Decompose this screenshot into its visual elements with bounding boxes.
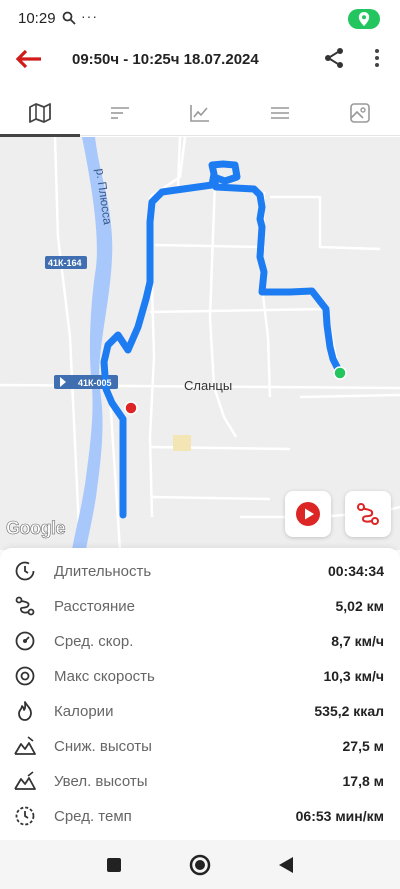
road-label-2: 41К-005	[78, 378, 112, 388]
page-title: 09:50ч - 10:25ч 18.07.2024	[72, 51, 259, 68]
descent-icon	[14, 736, 36, 755]
calories-icon	[18, 701, 32, 721]
pace-icon	[15, 806, 35, 826]
route-end-marker	[124, 401, 138, 415]
tab-chart[interactable]	[160, 90, 240, 136]
stat-value: 8,7 км/ч	[331, 633, 384, 649]
route-toggle-button[interactable]	[345, 491, 391, 537]
share-icon[interactable]	[322, 46, 346, 70]
dot	[375, 63, 379, 67]
route-track	[100, 160, 344, 519]
stat-avg-pace: Сред. темп 06:53 мин/км	[0, 799, 400, 834]
stats-panel: Длительность 00:34:34 Расстояние 5,02 км…	[0, 548, 400, 840]
stat-label: Сниж. высоты	[54, 738, 152, 755]
google-logo: Google	[6, 518, 66, 539]
square-icon	[107, 858, 121, 872]
app-header: 09:50ч - 10:25ч 18.07.2024	[0, 36, 400, 82]
stat-descent: Сниж. высоты 27,5 м	[0, 729, 400, 764]
map-building	[173, 435, 191, 451]
stat-label: Длительность	[54, 563, 152, 580]
max-speed-icon	[15, 666, 35, 686]
stat-value: 00:34:34	[327, 563, 384, 579]
stat-value: 535,2 ккал	[314, 703, 384, 719]
system-nav-bar	[0, 840, 400, 889]
stat-duration: Длительность 00:34:34	[0, 554, 400, 589]
more-notifications-icon: ···	[81, 8, 98, 24]
stat-label: Увел. высоты	[54, 773, 148, 790]
stat-avg-speed: Сред. скор. 8,7 км/ч	[0, 624, 400, 659]
more-options-button[interactable]	[368, 46, 386, 70]
stat-label: Калории	[54, 703, 114, 720]
stat-label: Расстояние	[54, 598, 136, 615]
route-icon	[357, 503, 379, 525]
route-map[interactable]: р. Плюсса 41К-164 41К-005 Сланцы	[0, 137, 400, 550]
sort-icon	[111, 107, 129, 119]
timer-icon	[15, 561, 35, 581]
tab-map[interactable]	[0, 90, 80, 137]
speedometer-icon	[15, 631, 35, 651]
map-canvas: р. Плюсса 41К-164 41К-005 Сланцы	[0, 137, 400, 550]
map-icon	[29, 103, 51, 123]
dot	[375, 49, 379, 53]
back-button[interactable]	[14, 44, 44, 74]
stat-value: 27,5 м	[342, 738, 385, 754]
stat-value: 17,8 м	[342, 773, 385, 789]
stat-max-speed: Макс скорость 10,3 км/ч	[0, 659, 400, 694]
play-replay-button[interactable]	[285, 491, 331, 537]
play-circle-icon	[296, 502, 320, 526]
tab-list[interactable]	[240, 90, 320, 136]
triangle-back-icon	[279, 857, 293, 873]
home-circle-icon	[189, 854, 211, 876]
location-pin-icon	[358, 12, 370, 26]
stat-ascent: Увел. высоты 17,8 м	[0, 764, 400, 799]
ascent-icon	[14, 771, 36, 790]
tab-splits[interactable]	[80, 90, 160, 136]
list-icon	[271, 107, 289, 119]
stat-calories: Калории 535,2 ккал	[0, 694, 400, 729]
road-network	[0, 137, 400, 550]
stat-label: Макс скорость	[54, 668, 155, 685]
chart-icon	[190, 105, 209, 122]
town-label: Сланцы	[184, 378, 232, 393]
road-label-1: 41К-164	[48, 258, 82, 268]
status-time: 10:29	[18, 10, 56, 27]
route-start-marker	[333, 366, 347, 380]
dot	[375, 56, 379, 60]
home-button[interactable]	[188, 853, 212, 877]
stat-label: Сред. темп	[54, 808, 132, 825]
back-nav-button[interactable]	[274, 853, 298, 877]
photo-icon	[350, 103, 370, 123]
stat-value: 10,3 км/ч	[323, 668, 384, 684]
stat-label: Сред. скор.	[54, 633, 134, 650]
stat-value: 5,02 км	[335, 598, 384, 614]
tab-bar	[0, 90, 400, 137]
status-bar: 10:29 ···	[0, 0, 400, 36]
route-icon	[15, 596, 35, 616]
tab-photos[interactable]	[320, 90, 400, 136]
stat-value: 06:53 мин/км	[295, 808, 384, 824]
stat-distance: Расстояние 5,02 км	[0, 589, 400, 624]
search-icon	[62, 11, 76, 25]
location-indicator	[348, 9, 380, 29]
arrow-left-icon	[16, 50, 41, 68]
recents-button[interactable]	[102, 853, 126, 877]
